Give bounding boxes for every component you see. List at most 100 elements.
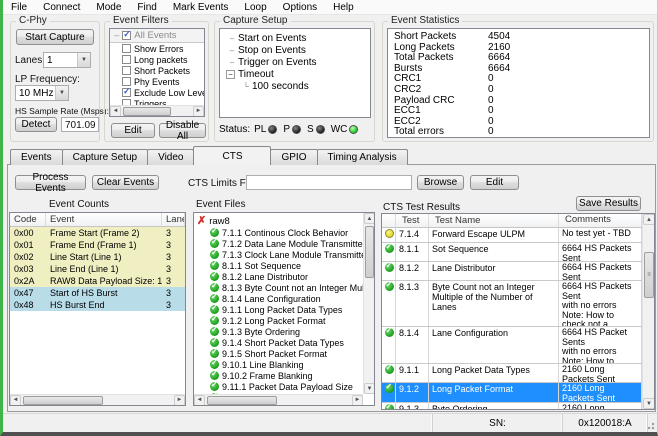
cts-results-vscrollbar[interactable]: ▲ ≡ ▼: [642, 214, 654, 409]
lp-frequency-select[interactable]: 10 MHz ▼: [15, 85, 69, 101]
event-files-root[interactable]: ✗ raw8: [197, 215, 363, 227]
tab[interactable]: GPIO: [270, 149, 317, 165]
tree-node[interactable]: – Stop on Events: [226, 44, 370, 56]
menu-item[interactable]: File: [3, 2, 35, 13]
col-comments[interactable]: Comments: [559, 214, 642, 227]
scrollbar-thumb[interactable]: [123, 107, 171, 116]
event-file-row[interactable]: 9.10.2 Frame Blanking: [197, 370, 363, 381]
event-file-row[interactable]: 9.1.4 Short Packet Data Types: [197, 337, 363, 348]
col-lanes[interactable]: Lanes: [162, 213, 185, 226]
filter-checkbox[interactable]: [122, 88, 131, 97]
menu-item[interactable]: Loop: [236, 2, 274, 13]
tab[interactable]: Capture Setup: [62, 149, 149, 165]
tree-node[interactable]: – Start on Events: [226, 32, 370, 44]
chevron-down-icon[interactable]: ▼: [55, 86, 68, 100]
scroll-left-icon[interactable]: ◄: [10, 395, 21, 406]
event-count-row[interactable]: 0x48 HS Burst End 3: [10, 299, 185, 311]
tab[interactable]: Events: [10, 149, 63, 165]
menu-item[interactable]: Find: [129, 2, 164, 13]
all-events-checkbox[interactable]: [122, 31, 131, 40]
scroll-left-icon[interactable]: ◄: [194, 395, 205, 406]
resize-grip[interactable]: [645, 420, 655, 430]
chevron-down-icon[interactable]: ▼: [77, 53, 90, 67]
scrollbar-thumb[interactable]: [207, 396, 277, 405]
filter-checkbox[interactable]: [122, 77, 131, 86]
scrollbar-thumb[interactable]: ≡: [644, 252, 654, 298]
event-file-row[interactable]: 9.1.1 Long Packet Data Types: [197, 304, 363, 315]
tree-node[interactable]: − Timeout: [226, 68, 370, 80]
cts-result-row[interactable]: 8.1.1 Sot Sequence 6664 HS Packets Sent …: [382, 243, 642, 262]
event-file-row[interactable]: 9.10.1 Line Blanking: [197, 359, 363, 370]
event-filter-row[interactable]: Show Errors: [110, 43, 204, 54]
col-status[interactable]: [382, 214, 396, 227]
event-count-row[interactable]: 0x01 Frame End (Frame 1) 3: [10, 239, 185, 251]
event-files-vscrollbar[interactable]: ▲ ▼: [363, 213, 374, 394]
event-count-row[interactable]: 0x2A RAW8 Data Payload Size: 19... 3: [10, 275, 185, 287]
menu-item[interactable]: Options: [275, 2, 325, 13]
scroll-up-icon[interactable]: ▲: [364, 213, 375, 224]
event-file-row[interactable]: 7.1.3 Clock Lane Module Transmitter Requ…: [197, 249, 363, 260]
cts-result-row[interactable]: 8.1.3 Byte Count not an Integer Multiple…: [382, 281, 642, 327]
event-file-row[interactable]: 8.1.2 Lane Distributor: [197, 271, 363, 282]
filter-checkbox[interactable]: [122, 66, 131, 75]
col-event[interactable]: Event: [46, 213, 162, 226]
tab[interactable]: Video: [147, 149, 194, 165]
event-count-row[interactable]: 0x03 Line End (Line 1) 3: [10, 263, 185, 275]
cts-result-row[interactable]: 7.1.4 Forward Escape ULPM No test yet - …: [382, 228, 642, 243]
menu-item[interactable]: Mark Events: [165, 2, 237, 13]
event-filters-hscrollbar[interactable]: ◄ ►: [110, 105, 204, 116]
col-test-name[interactable]: Test Name: [429, 214, 559, 227]
event-file-row[interactable]: 8.1.3 Byte Count not an Integer Multiple…: [197, 282, 363, 293]
process-events-button[interactable]: Process Events: [15, 175, 86, 190]
clear-events-button[interactable]: Clear Events: [92, 175, 159, 190]
event-file-row[interactable]: 8.1.4 Lane Configuration: [197, 293, 363, 304]
col-test[interactable]: Test: [396, 214, 429, 227]
menu-item[interactable]: Mode: [88, 2, 129, 13]
event-file-row[interactable]: 9.1.2 Long Packet Format: [197, 315, 363, 326]
cts-limits-file-input[interactable]: [246, 175, 412, 190]
cts-result-row[interactable]: 8.1.2 Lane Distributor 6664 HS Packets S…: [382, 262, 642, 281]
event-count-row[interactable]: 0x47 Start of HS Burst 3: [10, 287, 185, 299]
cts-result-row[interactable]: 8.1.4 Lane Configuration 6664 HS Packet …: [382, 327, 642, 364]
start-capture-button[interactable]: Start Capture: [16, 29, 94, 45]
tree-node[interactable]: – Trigger on Events: [226, 56, 370, 68]
tree-node[interactable]: └ 100 seconds: [226, 80, 370, 92]
all-events-row[interactable]: – All Events: [110, 29, 204, 43]
event-file-row[interactable]: 9.11.1 Packet Data Payload Size: [197, 381, 363, 392]
filter-checkbox[interactable]: [122, 44, 131, 53]
scroll-up-icon[interactable]: ▲: [643, 214, 655, 225]
tab[interactable]: Timing Analysis: [317, 149, 408, 165]
save-results-button[interactable]: Save Results: [576, 196, 641, 211]
event-file-row[interactable]: 9.1.5 Short Packet Format: [197, 348, 363, 359]
cts-result-row[interactable]: 9.1.1 Long Packet Data Types 2160 Long P…: [382, 364, 642, 383]
cts-result-row[interactable]: 9.1.3 Byte Ordering 2160 Long Packets 45…: [382, 403, 642, 409]
scroll-left-icon[interactable]: ◄: [110, 106, 121, 117]
limits-edit-button[interactable]: Edit: [470, 175, 519, 190]
lanes-select[interactable]: 1 ▼: [43, 52, 91, 68]
scroll-down-icon[interactable]: ▼: [643, 398, 655, 409]
event-filter-row[interactable]: Short Packets: [110, 65, 204, 76]
event-filter-row[interactable]: Long packets: [110, 54, 204, 65]
disable-all-button[interactable]: Disable All: [159, 123, 206, 138]
scrollbar-thumb[interactable]: [365, 226, 374, 278]
menu-item[interactable]: Connect: [35, 2, 88, 13]
event-filter-row[interactable]: Exclude Low Level Even: [110, 87, 204, 98]
col-code[interactable]: Code: [10, 213, 46, 226]
scroll-right-icon[interactable]: ►: [174, 395, 185, 406]
filter-checkbox[interactable]: [122, 55, 131, 64]
detect-button[interactable]: Detect: [15, 117, 57, 132]
event-file-row[interactable]: 7.1.1 Continous Clock Behavior: [197, 227, 363, 238]
scroll-right-icon[interactable]: ►: [352, 395, 363, 406]
scroll-down-icon[interactable]: ▼: [364, 383, 375, 394]
tab[interactable]: CTS: [193, 146, 271, 165]
scroll-right-icon[interactable]: ►: [193, 106, 204, 117]
event-counts-hscrollbar[interactable]: ◄ ►: [10, 394, 185, 405]
filters-edit-button[interactable]: Edit: [111, 123, 155, 138]
scrollbar-thumb[interactable]: [23, 396, 103, 405]
event-file-row[interactable]: 8.1.1 Sot Sequence: [197, 260, 363, 271]
event-count-row[interactable]: 0x00 Frame Start (Frame 2) 3: [10, 227, 185, 239]
event-file-row[interactable]: 9.1.3 Byte Ordering: [197, 326, 363, 337]
event-files-hscrollbar[interactable]: ◄ ►: [194, 394, 363, 405]
browse-button[interactable]: Browse: [417, 175, 464, 190]
cts-result-row[interactable]: 9.1.2 Long Packet Format 2160 Long Packe…: [382, 383, 642, 403]
